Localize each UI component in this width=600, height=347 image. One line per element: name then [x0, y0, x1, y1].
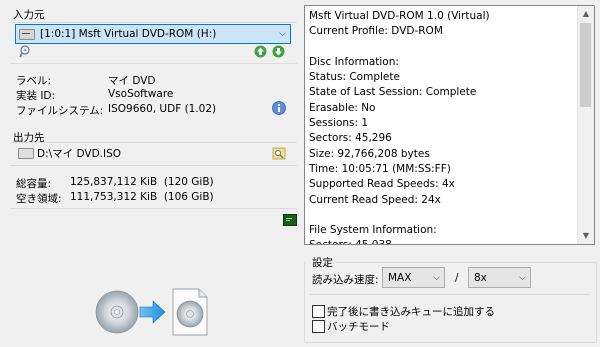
chevron-down-icon[interactable]: ⌵	[519, 273, 526, 283]
write-speed-value: 8x	[474, 272, 487, 284]
disc-info-lines: Msft Virtual DVD-ROM 1.0 (Virtual) Curren…	[309, 9, 576, 244]
disc-info-line: Msft Virtual DVD-ROM 1.0 (Virtual)	[309, 10, 490, 22]
label-key: ラベル:	[16, 75, 52, 87]
source-drive-dropdown[interactable]: [1:0:1] Msft Virtual DVD-ROM (H:) ⌵	[15, 24, 291, 44]
disc-info-line: Time: 10:05:71 (MM:SS:FF)	[309, 162, 451, 175]
write-speed-dropdown[interactable]: 8x ⌵	[468, 267, 531, 288]
search-disc-icon[interactable]	[19, 45, 32, 58]
disc-info-line: Disc Information:	[309, 55, 399, 68]
source-group-label: 入力元	[13, 9, 45, 21]
divider	[10, 63, 297, 64]
label-value: マイ DVD	[108, 75, 156, 87]
disc-info-line: Sessions: 1	[309, 117, 369, 130]
disc-info-line	[309, 208, 576, 223]
speed-separator: /	[455, 272, 459, 284]
disc-info-line: Current Profile: DVD-ROM	[309, 25, 443, 38]
disc-info-line: Supported Read Speeds: 4x	[309, 178, 455, 191]
disc-to-file-icon	[95, 288, 208, 336]
read-speed-label: 読み込み速度:	[312, 274, 379, 286]
read-speed-dropdown[interactable]: MAX ⌵	[382, 267, 445, 288]
dvd-drive-icon	[19, 28, 35, 40]
filesystem-key: ファイルシステム:	[16, 105, 104, 117]
info-icon[interactable]	[272, 101, 286, 115]
log-terminal-icon[interactable]	[283, 214, 297, 226]
source-drive-value: [1:0:1] Msft Virtual DVD-ROM (H:)	[40, 28, 217, 40]
disc-info-textbox[interactable]: Msft Virtual DVD-ROM 1.0 (Virtual) Curren…	[304, 5, 595, 245]
add-to-queue-checkbox[interactable]	[312, 305, 325, 318]
disc-info-line: Current Read Speed: 24x	[309, 193, 441, 206]
destination-path-row[interactable]: D:\マイ DVD.ISO	[15, 145, 291, 161]
disc-info-line: Sectors: 45,296	[309, 132, 392, 145]
divider	[10, 165, 297, 166]
batch-mode-label[interactable]: バッチモード	[327, 319, 390, 334]
read-disc-to-image-button[interactable]	[95, 285, 213, 340]
disc-info-line: State of Last Session: Complete	[309, 86, 477, 99]
destination-path-value: D:\マイ DVD.ISO	[37, 148, 122, 160]
disc-info-line	[309, 40, 576, 55]
filesystem-value: ISO9660, UDF (1.02)	[108, 103, 217, 115]
disc-info-line: Erasable: No	[309, 101, 376, 114]
disc-info-line: Status: Complete	[309, 71, 400, 84]
chevron-down-icon[interactable]: ⌵	[279, 29, 286, 39]
green-down-arrow-icon[interactable]	[272, 45, 285, 58]
green-up-arrow-icon[interactable]	[254, 45, 267, 58]
read-speed-value: MAX	[388, 272, 412, 284]
scrollbar-thumb[interactable]	[580, 23, 591, 107]
free-space-key: 空き領域:	[16, 193, 62, 205]
disc-info-line: File System Information:	[309, 224, 437, 237]
scroll-up-icon[interactable]: ▲	[578, 6, 594, 22]
divider	[10, 142, 297, 143]
free-space-value: 111,753,312 KiB (106 GiB)	[70, 191, 214, 203]
divider	[333, 262, 595, 263]
divider	[310, 294, 590, 295]
total-capacity-key: 総容量:	[16, 178, 52, 190]
vertical-scrollbar[interactable]: ▲ ▼	[577, 6, 594, 244]
hard-drive-icon	[18, 148, 34, 159]
folder-browse-icon[interactable]	[272, 146, 286, 160]
total-capacity-value: 125,837,112 KiB (120 GiB)	[70, 176, 214, 188]
scroll-down-icon[interactable]: ▼	[578, 228, 594, 244]
add-to-queue-label[interactable]: 完了後に書き込みキューに追加する	[327, 304, 495, 319]
impl-id-value: VsoSoftware	[108, 88, 174, 100]
impl-id-key: 実装 ID:	[16, 90, 56, 102]
divider	[10, 208, 297, 209]
batch-mode-checkbox[interactable]	[312, 320, 325, 333]
disc-info-line: Sectors: 45,038	[309, 238, 576, 244]
chevron-down-icon[interactable]: ⌵	[433, 273, 440, 283]
disc-info-line: Size: 92,766,208 bytes	[309, 147, 430, 160]
